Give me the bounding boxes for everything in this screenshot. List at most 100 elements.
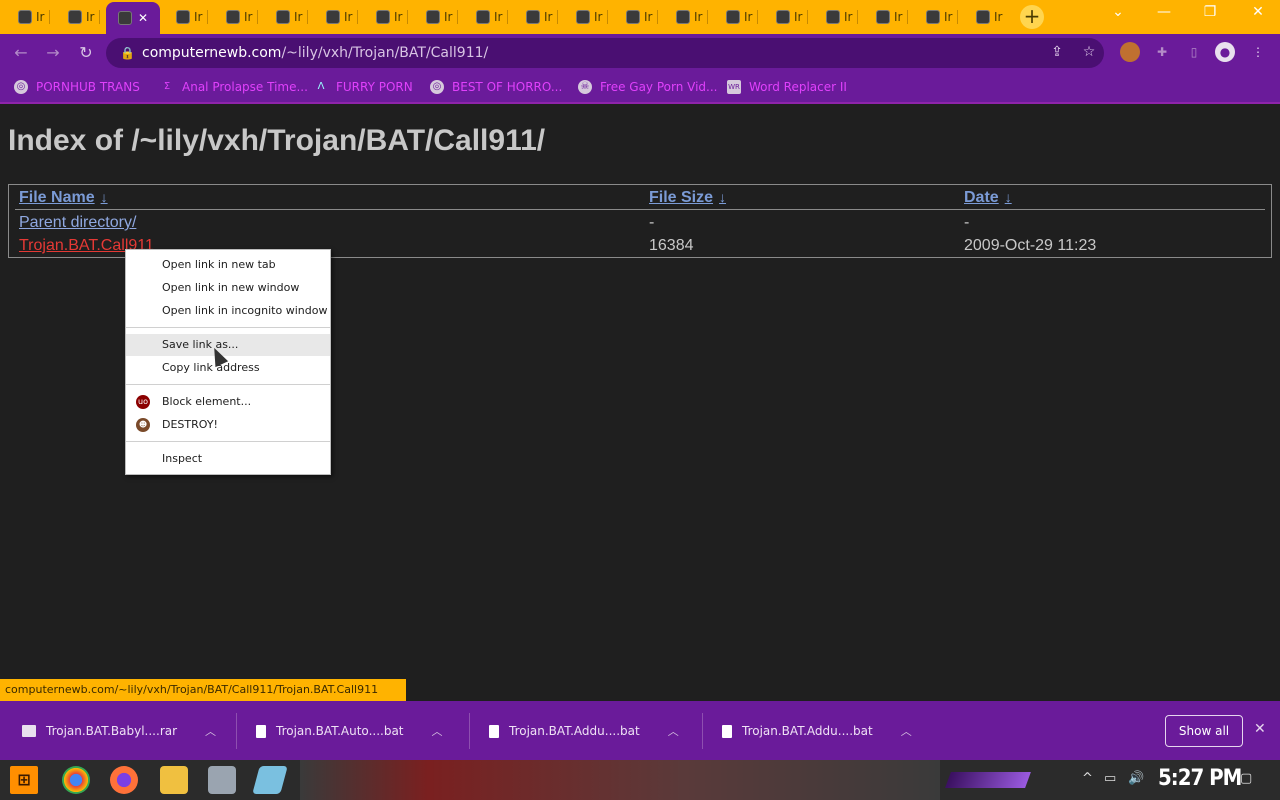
context-menu: Open link in new tab Open link in new wi… bbox=[125, 249, 331, 475]
bookmark-item[interactable]: ◎ BEST OF HORRO... bbox=[430, 78, 562, 96]
wr-icon: WR bbox=[727, 80, 741, 94]
menu-item-open-new-window[interactable]: Open link in new window bbox=[126, 277, 330, 299]
browser-tab[interactable]: Ir bbox=[560, 3, 608, 31]
chevron-up-icon[interactable]: ︿ bbox=[432, 723, 443, 739]
browser-tab[interactable]: Ir bbox=[310, 3, 358, 31]
address-path: /~lily/vxh/Trojan/BAT/Call911/ bbox=[281, 45, 489, 61]
file-listing-table: File Name ↓ File Size ↓ Date ↓ Parent direc… bbox=[8, 184, 1272, 258]
chevron-up-icon[interactable]: ︿ bbox=[668, 723, 679, 739]
close-tab-icon[interactable]: ✕ bbox=[138, 11, 148, 25]
browser-tab[interactable]: Ir bbox=[2, 3, 50, 31]
notification-icon[interactable]: ▢ bbox=[1240, 771, 1252, 786]
active-browser-tab[interactable]: ✕ bbox=[106, 2, 160, 34]
tray-decoration bbox=[945, 772, 1031, 788]
menu-item-save-link-as[interactable]: Save link as... bbox=[126, 334, 330, 356]
tab-title: Ir bbox=[894, 10, 903, 24]
share-icon[interactable]: ⇪ bbox=[1048, 43, 1066, 61]
start-button[interactable]: ⊞ bbox=[10, 766, 38, 794]
close-downloads-icon[interactable]: ✕ bbox=[1254, 721, 1266, 737]
browser-tab[interactable]: Ir bbox=[710, 3, 758, 31]
tab-title: Ir bbox=[644, 10, 653, 24]
chevron-up-icon[interactable]: ︿ bbox=[205, 723, 216, 739]
row-size: - bbox=[649, 214, 655, 231]
downloads-bar: Trojan.BAT.Babyl....rar ︿ Trojan.BAT.Auto… bbox=[0, 701, 1280, 760]
browser-tab[interactable]: Ir bbox=[910, 3, 958, 31]
tab-favicon-icon bbox=[68, 10, 82, 24]
browser-tab[interactable]: Ir bbox=[610, 3, 658, 31]
bookmark-item[interactable]: Σ Anal Prolapse Time... bbox=[160, 78, 308, 96]
menu-item-open-incognito[interactable]: Open link in incognito window bbox=[126, 300, 330, 322]
browser-tab[interactable]: Ir bbox=[760, 3, 808, 31]
address-bar[interactable]: 🔒 computernewb.com/~lily/vxh/Trojan/BAT/C… bbox=[106, 38, 1104, 68]
tab-search-chevron-icon[interactable]: ⌄ bbox=[1106, 4, 1130, 24]
volume-icon[interactable]: 🔊 bbox=[1128, 771, 1144, 786]
menu-item-inspect[interactable]: Inspect bbox=[126, 448, 330, 470]
chrome-taskbar-icon[interactable] bbox=[62, 766, 90, 794]
tab-favicon-icon bbox=[826, 10, 840, 24]
browser-tab[interactable]: Ir bbox=[460, 3, 508, 31]
tab-title: Ir bbox=[194, 10, 203, 24]
download-name: Trojan.BAT.Addu....bat bbox=[509, 724, 640, 738]
download-item[interactable]: Trojan.BAT.Auto....bat ︿ bbox=[256, 719, 443, 743]
column-header-date[interactable]: Date ↓ bbox=[964, 189, 1012, 207]
download-name: Trojan.BAT.Babyl....rar bbox=[46, 724, 178, 738]
browser-tab[interactable]: Ir bbox=[510, 3, 558, 31]
browser-tab[interactable]: Ir bbox=[860, 3, 908, 31]
download-item[interactable]: Trojan.BAT.Addu....bat ︿ bbox=[722, 719, 912, 743]
browser-tab[interactable]: Ir bbox=[360, 3, 408, 31]
profile-icon[interactable]: ● bbox=[1215, 42, 1235, 62]
menu-item-block-element[interactable]: uo Block element... bbox=[126, 391, 330, 413]
browser-tab[interactable]: Ir bbox=[660, 3, 708, 31]
reload-button[interactable]: ↻ bbox=[75, 42, 97, 64]
bookmark-item[interactable]: WR Word Replacer II bbox=[727, 78, 847, 96]
forward-button[interactable]: → bbox=[42, 42, 64, 64]
tab-title: Ir bbox=[494, 10, 503, 24]
bookmark-item[interactable]: ◎ PORNHUB TRANS bbox=[14, 78, 140, 96]
browser-tab[interactable]: Ir bbox=[810, 3, 858, 31]
file-icon bbox=[489, 724, 499, 738]
browser-tab[interactable]: Ir bbox=[160, 3, 208, 31]
taskbar-clock[interactable]: 5:27 PM bbox=[1158, 766, 1242, 791]
app-taskbar-icon[interactable] bbox=[208, 766, 236, 794]
firefox-taskbar-icon[interactable] bbox=[110, 766, 138, 794]
extensions-puzzle-icon[interactable]: ✚ bbox=[1152, 42, 1172, 62]
notes-taskbar-icon[interactable] bbox=[252, 766, 288, 794]
new-tab-button[interactable]: + bbox=[1020, 5, 1044, 29]
back-button[interactable]: ← bbox=[10, 42, 32, 64]
row-date: - bbox=[964, 214, 970, 231]
restore-button[interactable]: ❐ bbox=[1198, 4, 1222, 24]
browser-toolbar: ← → ↻ 🔒 computernewb.com/~lily/vxh/Trojan… bbox=[0, 34, 1280, 72]
tab-favicon-icon bbox=[426, 10, 440, 24]
show-all-button[interactable]: Show all bbox=[1165, 715, 1243, 747]
extension-avatar-icon[interactable] bbox=[1120, 42, 1140, 62]
browser-tab[interactable]: Ir bbox=[410, 3, 458, 31]
bookmark-item[interactable]: Λ FURRY PORN bbox=[314, 78, 413, 96]
tray-chevron-icon[interactable]: ^ bbox=[1082, 771, 1093, 786]
tab-favicon-icon bbox=[876, 10, 890, 24]
browser-tab[interactable]: Ir bbox=[52, 3, 100, 31]
column-header-file-size[interactable]: File Size ↓ bbox=[649, 189, 726, 207]
tab-title: Ir bbox=[544, 10, 553, 24]
browser-tab[interactable]: Ir bbox=[960, 3, 1008, 31]
menu-item-destroy[interactable]: ☻ DESTROY! bbox=[126, 414, 330, 436]
column-header-file-name[interactable]: File Name ↓ bbox=[19, 189, 108, 207]
network-icon[interactable]: ▭ bbox=[1104, 771, 1116, 786]
bookmark-star-icon[interactable]: ☆ bbox=[1080, 43, 1098, 61]
browser-tab[interactable]: Ir bbox=[210, 3, 258, 31]
menu-item-open-new-tab[interactable]: Open link in new tab bbox=[126, 254, 330, 276]
bookmark-item[interactable]: ☠ Free Gay Porn Vid... bbox=[578, 78, 717, 96]
bookmark-label: Word Replacer II bbox=[749, 80, 847, 94]
browser-tab[interactable]: Ir bbox=[260, 3, 308, 31]
minimize-button[interactable]: — bbox=[1152, 4, 1176, 24]
globe-icon: ◎ bbox=[14, 80, 28, 94]
close-window-button[interactable]: ✕ bbox=[1246, 4, 1270, 24]
download-item[interactable]: Trojan.BAT.Addu....bat ︿ bbox=[489, 719, 679, 743]
download-item[interactable]: Trojan.BAT.Babyl....rar ︿ bbox=[22, 719, 216, 743]
row-size: 16384 bbox=[649, 237, 694, 254]
chevron-up-icon[interactable]: ︿ bbox=[901, 723, 912, 739]
file-explorer-taskbar-icon[interactable] bbox=[160, 766, 188, 794]
menu-kebab-icon[interactable]: ⋮ bbox=[1248, 42, 1268, 62]
tab-favicon-icon bbox=[176, 10, 190, 24]
side-panel-icon[interactable]: ▯ bbox=[1184, 42, 1204, 62]
parent-directory-link[interactable]: Parent directory/ bbox=[19, 214, 136, 232]
